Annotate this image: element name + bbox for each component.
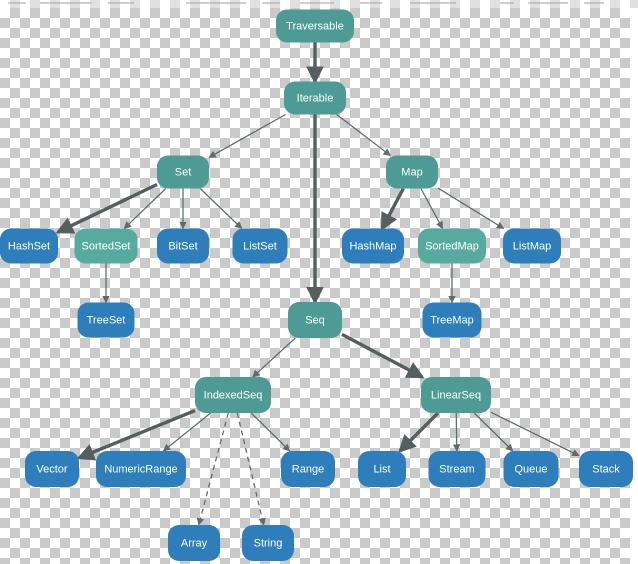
edge-map-to-sortedmap — [420, 188, 444, 230]
node-list[interactable]: List — [358, 451, 406, 487]
node-shape-treemap — [422, 302, 482, 338]
node-stream[interactable]: Stream — [428, 451, 486, 487]
diagram-stage: Traversable Iterable Set Map Seq HashSet Sorte… — [0, 0, 638, 564]
edge-indexedseq-to-array — [196, 412, 229, 526]
node-shape-array — [168, 525, 220, 561]
node-stack[interactable]: Stack — [579, 451, 633, 487]
node-indexedseq[interactable]: IndexedSeq — [195, 377, 271, 413]
node-shape-range — [281, 451, 335, 487]
node-shape-map — [386, 155, 438, 189]
node-shape-seq — [288, 302, 342, 338]
edge-set-to-listset — [199, 188, 243, 230]
edge-indexedseq-to-vector — [76, 408, 196, 461]
node-range[interactable]: Range — [281, 451, 335, 487]
node-array[interactable]: Array — [168, 525, 220, 561]
edge-indexedseq-to-string — [236, 412, 266, 526]
node-shape-stream — [428, 451, 486, 487]
node-shape-queue — [503, 451, 559, 487]
node-linearseq[interactable]: LinearSeq — [421, 377, 491, 413]
node-sortedmap[interactable]: SortedMap — [418, 228, 486, 264]
node-set[interactable]: Set — [157, 155, 209, 189]
edge-indexedseq-to-range — [250, 412, 291, 452]
node-listset[interactable]: ListSet — [232, 228, 288, 264]
edge-iterable-to-set — [208, 113, 286, 158]
node-shape-listset — [232, 228, 288, 264]
node-shape-traversable — [276, 9, 354, 43]
node-vector[interactable]: Vector — [25, 451, 79, 487]
node-shape-list — [358, 451, 406, 487]
edge-linearseq-to-stack — [490, 411, 580, 457]
node-bitset[interactable]: BitSet — [157, 228, 209, 264]
node-shape-hashset — [0, 228, 58, 264]
node-shape-bitset — [157, 228, 209, 264]
node-map[interactable]: Map — [386, 155, 438, 189]
node-hashset[interactable]: HashSet — [0, 228, 58, 264]
node-shape-sortedset — [74, 228, 138, 264]
edge-map-to-listmap — [437, 187, 505, 230]
node-shape-hashmap — [342, 228, 404, 264]
node-shape-set — [157, 155, 209, 189]
node-shape-vector — [25, 451, 79, 487]
node-shape-string — [242, 525, 294, 561]
node-traversable[interactable]: Traversable — [276, 9, 354, 43]
node-hashmap[interactable]: HashMap — [342, 228, 404, 264]
node-numericrange[interactable]: NumericRange — [96, 451, 186, 487]
node-treemap[interactable]: TreeMap — [422, 302, 482, 338]
node-queue[interactable]: Queue — [503, 451, 559, 487]
node-shape-indexedseq — [195, 377, 271, 413]
edge-linearseq-to-stream — [452, 412, 461, 452]
node-shape-listmap — [503, 228, 561, 264]
hierarchy-graph: Traversable Iterable Set Map Seq HashSet Sorte… — [0, 9, 633, 561]
node-shape-treeset — [77, 302, 135, 338]
edge-map-to-hashmap — [380, 187, 405, 231]
edge-seq-to-indexedseq — [252, 337, 296, 378]
node-seq[interactable]: Seq — [288, 302, 342, 338]
edge-set-to-sortedset — [123, 188, 167, 230]
node-listmap[interactable]: ListMap — [503, 228, 561, 264]
node-shape-iterable — [284, 81, 346, 115]
edge-linearseq-to-list — [398, 411, 440, 453]
edge-indexedseq-to-numericrange — [162, 412, 212, 452]
edge-linearseq-to-queue — [473, 412, 514, 452]
edge-set-to-hashset — [55, 182, 158, 234]
node-iterable[interactable]: Iterable — [284, 81, 346, 115]
edge-seq-to-linearseq — [341, 332, 425, 379]
node-shape-sortedmap — [418, 228, 486, 264]
node-treeset[interactable]: TreeSet — [77, 302, 135, 338]
node-shape-stack — [579, 451, 633, 487]
node-string[interactable]: String — [242, 525, 294, 561]
edge-iterable-to-map — [336, 114, 391, 156]
node-shape-numericrange — [96, 451, 186, 487]
node-sortedset[interactable]: SortedSet — [74, 228, 138, 264]
node-shape-linearseq — [421, 377, 491, 413]
